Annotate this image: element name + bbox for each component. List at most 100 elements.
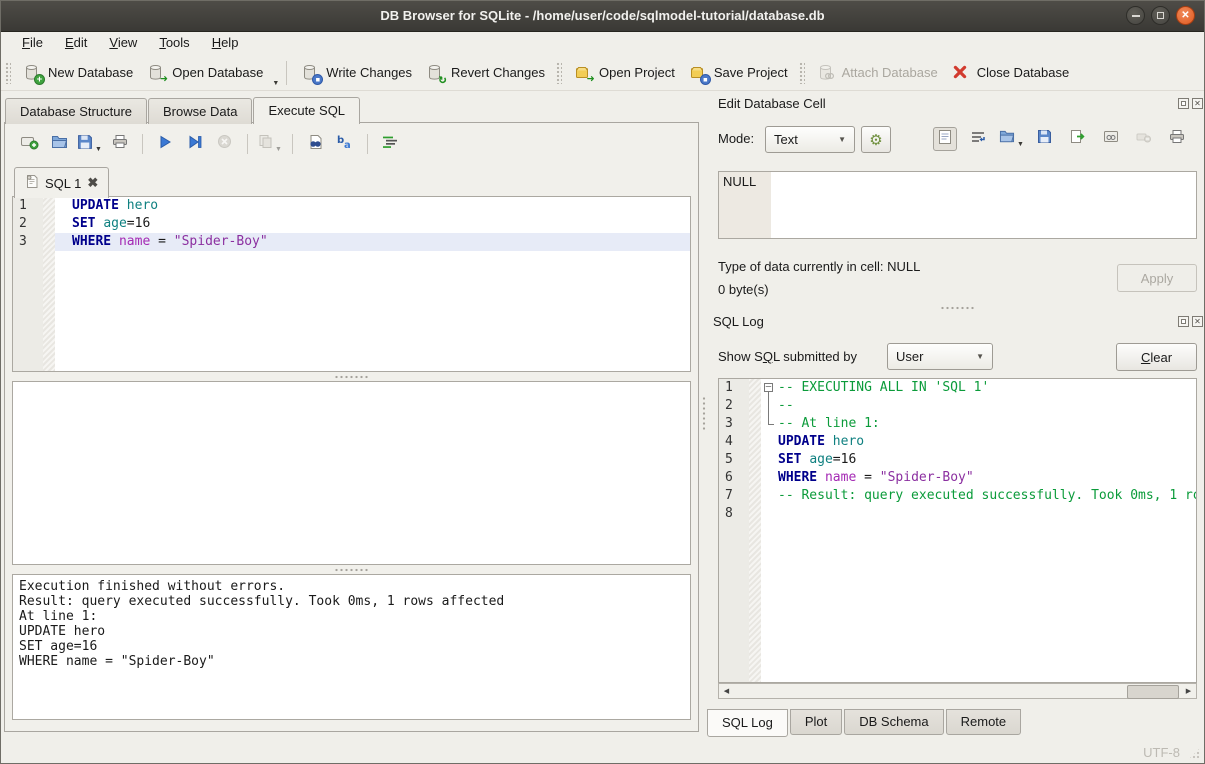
cell-size-info: 0 byte(s) (718, 282, 769, 297)
toolbar-handle[interactable] (5, 62, 11, 84)
open-database-dropdown-icon[interactable]: ▼ (272, 80, 279, 90)
open-sql-file-button[interactable] (47, 132, 71, 156)
sql-editor[interactable]: 1UPDATE hero2SET age=163WHERE name = "Sp… (12, 196, 691, 372)
word-wrap-icon (970, 130, 986, 149)
open-sql-file-icon (51, 134, 68, 155)
scroll-right-icon[interactable]: ▶ (1181, 684, 1196, 698)
export-data-button[interactable] (1066, 127, 1090, 151)
log-filter-label: Show SQL submitted by (718, 349, 857, 364)
new-database-button[interactable]: + New Database (16, 59, 140, 86)
execution-message-pane[interactable]: Execution finished without errors.Result… (12, 574, 691, 720)
window-controls: ✕ (1126, 6, 1195, 25)
close-icon[interactable] (1192, 98, 1203, 109)
close-sql-tab-icon[interactable]: ✖ (87, 175, 98, 191)
write-changes-icon: ▪ (301, 64, 319, 82)
new-sql-tab-button[interactable] (17, 132, 41, 156)
write-changes-button[interactable]: ▪ Write Changes (294, 59, 419, 86)
link-data-button[interactable] (1099, 127, 1123, 151)
menu-file[interactable]: File (11, 31, 54, 55)
cell-value-editor[interactable]: NULL (718, 171, 1197, 239)
sql-log-title: SQL Log (713, 314, 764, 329)
open-database-button[interactable]: ➜ Open Database (140, 59, 270, 86)
svg-text:a: a (344, 140, 351, 149)
close-icon: ✕ (1181, 10, 1189, 21)
horizontal-scrollbar[interactable]: ◀ ▶ (718, 683, 1197, 699)
save-project-button[interactable]: ▪ Save Project (682, 59, 795, 86)
mode-combobox[interactable]: Text ▼ (765, 126, 855, 153)
titlebar: DB Browser for SQLite - /home/user/code/… (1, 1, 1204, 32)
mode-label: Mode: (718, 131, 754, 146)
encoding-label: UTF-8 (1143, 745, 1180, 760)
dock-tab-remote[interactable]: Remote (946, 709, 1022, 735)
splitter-handle[interactable] (12, 372, 691, 381)
dock-tab-db-schema[interactable]: DB Schema (844, 709, 943, 735)
clear-log-button[interactable]: Clear (1116, 343, 1197, 371)
gear-icon: ⚙ (869, 131, 882, 149)
tab-database-structure[interactable]: Database Structure (5, 98, 147, 124)
print-cell-button[interactable] (1165, 127, 1189, 151)
menu-view[interactable]: View (98, 31, 148, 55)
tab-execute-sql[interactable]: Execute SQL (253, 97, 360, 124)
menu-help[interactable]: Help (201, 31, 250, 55)
import-data-icon (999, 129, 1015, 149)
toolbar-handle[interactable] (556, 62, 562, 84)
word-wrap-button[interactable] (966, 127, 990, 151)
float-icon[interactable] (1178, 98, 1189, 109)
resize-grip[interactable] (1188, 747, 1201, 760)
auto-apply-button[interactable]: ⚙ (861, 126, 891, 153)
log-filter-combobox[interactable]: User ▼ (887, 343, 993, 370)
tab-browse-data[interactable]: Browse Data (148, 98, 252, 124)
close-icon[interactable] (1192, 316, 1203, 327)
dock-tab-plot[interactable]: Plot (790, 709, 842, 735)
open-project-button[interactable]: ➜ Open Project (567, 59, 682, 86)
close-database-button[interactable]: Close Database (945, 59, 1077, 86)
sql-file-icon (25, 174, 39, 192)
menu-tools[interactable]: Tools (148, 31, 200, 55)
sql-document-tab[interactable]: SQL 1 ✖ (14, 167, 109, 198)
menu-edit[interactable]: Edit (54, 31, 98, 55)
minimize-button[interactable] (1126, 6, 1145, 25)
text-view-button[interactable] (933, 127, 957, 151)
dock-tab-sql-log[interactable]: SQL Log (707, 709, 788, 737)
maximize-button[interactable] (1151, 6, 1170, 25)
save-sql-file-button[interactable]: ▼ (77, 132, 102, 156)
execute-all-button[interactable] (153, 132, 177, 156)
splitter-handle[interactable] (718, 304, 1197, 312)
toolbar-handle[interactable] (799, 62, 805, 84)
save-data-icon (1037, 129, 1052, 149)
stop-button (213, 132, 237, 156)
word-wrap-icon (382, 135, 398, 154)
sql-log-view[interactable]: 1-- EXECUTING ALL IN 'SQL 1'2--3-- At li… (718, 378, 1197, 683)
attach-database-icon (817, 64, 835, 82)
save-data-button[interactable] (1033, 127, 1057, 151)
set-null-icon (1136, 130, 1151, 148)
find-replace-icon (307, 134, 323, 155)
link-data-icon (1103, 130, 1119, 148)
scroll-left-icon[interactable]: ◀ (719, 684, 734, 698)
save-results-icon (258, 134, 273, 154)
menubar: File Edit View Tools Help (1, 31, 1205, 55)
scrollbar-thumb[interactable] (1127, 685, 1179, 699)
results-pane[interactable] (12, 381, 691, 565)
minimize-icon (1132, 15, 1140, 17)
main-splitter[interactable] (700, 97, 708, 731)
format-sql-button[interactable]: ba (333, 132, 357, 156)
find-replace-button[interactable] (303, 132, 327, 156)
import-data-button[interactable]: ▼ (999, 127, 1024, 151)
window-title: DB Browser for SQLite - /home/user/code/… (1, 1, 1204, 31)
word-wrap-button[interactable] (378, 132, 402, 156)
print-button[interactable] (108, 132, 132, 156)
revert-changes-button[interactable]: ↻ Revert Changes (419, 59, 552, 86)
open-database-icon: ➜ (147, 64, 165, 82)
execute-line-button[interactable] (183, 132, 207, 156)
revert-changes-icon: ↻ (426, 64, 444, 82)
save-sql-dropdown-icon[interactable]: ▼ (95, 146, 102, 156)
float-icon[interactable] (1178, 316, 1189, 327)
cell-type-info: Type of data currently in cell: NULL (718, 259, 920, 274)
splitter-handle[interactable] (12, 565, 691, 574)
main-toolbar: + New Database ➜ Open Database ▼ ▪ Write… (1, 55, 1204, 91)
chevron-down-icon: ▼ (830, 135, 846, 144)
close-button[interactable]: ✕ (1176, 6, 1195, 25)
cell-editor-margin: NULL (719, 172, 771, 238)
stop-icon (217, 134, 232, 154)
